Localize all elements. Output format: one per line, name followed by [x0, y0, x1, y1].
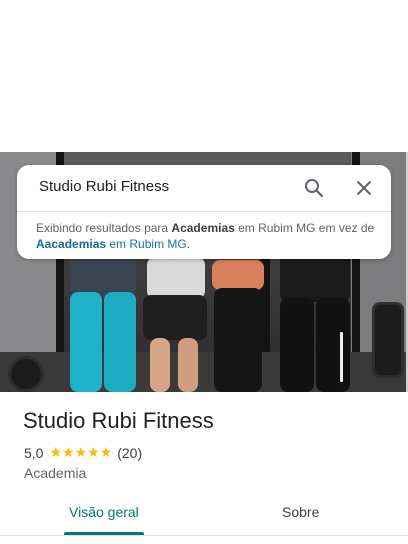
top-blank-area	[0, 0, 408, 152]
photo-weight-plate	[372, 302, 404, 378]
link-rest[interactable]: em Rubim MG.	[106, 237, 190, 251]
photo-weight-plate	[8, 356, 44, 392]
notice-prefix: Exibindo resultados para	[36, 221, 172, 235]
place-category[interactable]: Academia	[24, 465, 86, 481]
tab-overview[interactable]: Visão geral	[69, 504, 139, 520]
close-icon[interactable]	[350, 174, 378, 202]
place-title: Studio Rubi Fitness	[23, 408, 214, 433]
search-bar[interactable]: Studio Rubi Fitness	[17, 165, 391, 211]
link-term[interactable]: Aacademias	[36, 237, 106, 251]
card-divider	[17, 211, 391, 212]
rating-row[interactable]: 5,0 ★★★★★ (20)	[24, 444, 142, 461]
search-input[interactable]: Studio Rubi Fitness	[39, 178, 169, 195]
search-card: Studio Rubi Fitness Exibindo resultados …	[17, 165, 391, 259]
notice-term: Academias	[171, 221, 235, 235]
search-correction-notice: Exibindo resultados para Academias em Ru…	[36, 220, 376, 252]
tab-about[interactable]: Sobre	[282, 504, 319, 520]
search-icon[interactable]	[300, 174, 328, 202]
search-instead-link[interactable]: Aacademias em Rubim MG.	[36, 237, 190, 251]
notice-middle: em Rubim MG em vez de	[234, 221, 375, 235]
star-rating-icon: ★★★★★	[49, 444, 113, 460]
review-count[interactable]: (20)	[117, 445, 142, 461]
rating-value: 5,0	[24, 444, 44, 461]
tabs-divider	[0, 535, 408, 536]
